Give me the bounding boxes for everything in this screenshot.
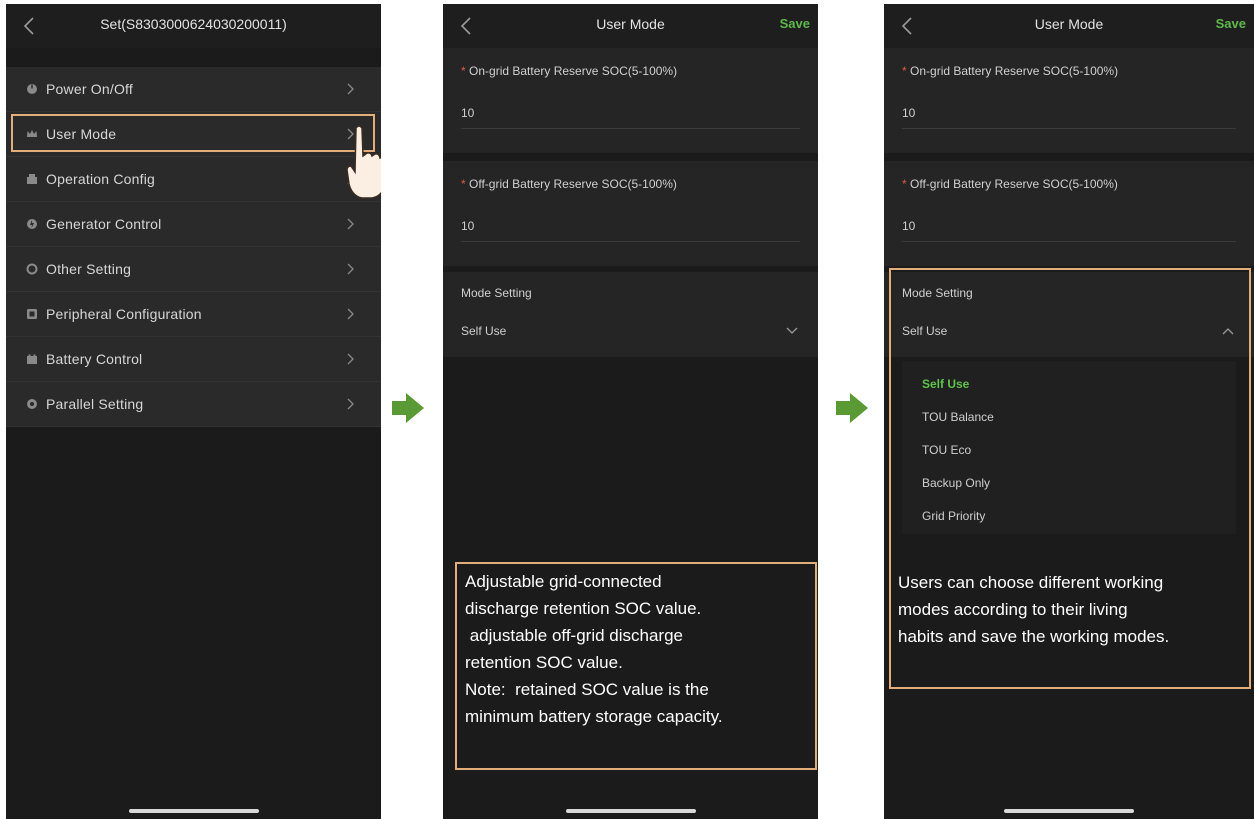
header: Set(S8303000624030200011) xyxy=(6,4,381,48)
parallel-icon xyxy=(27,399,37,409)
note-line: Note: retained SOC value is the xyxy=(465,680,709,699)
menu-item-generator-control[interactable]: Generator Control xyxy=(6,202,381,247)
annotation-note: Users can choose different working modes… xyxy=(898,569,1169,650)
menu-label: Other Setting xyxy=(46,261,132,277)
note-line: retention SOC value. xyxy=(465,653,623,672)
input-underline xyxy=(461,241,800,242)
note-line: discharge retention SOC value. xyxy=(465,599,702,618)
on-grid-soc-input[interactable]: 10 xyxy=(902,106,915,120)
menu-label: Parallel Setting xyxy=(46,396,144,412)
chevron-right-icon xyxy=(347,83,354,95)
menu-label: Operation Config xyxy=(46,171,156,187)
config-icon xyxy=(27,174,37,184)
menu-item-operation-config[interactable]: Operation Config xyxy=(6,157,381,202)
settings-screen: Set(S8303000624030200011) Power On/Off U… xyxy=(6,4,381,819)
power-icon xyxy=(27,84,37,94)
off-grid-soc-input[interactable]: 10 xyxy=(902,219,915,233)
mode-setting-select[interactable]: Self Use xyxy=(461,324,506,338)
off-grid-soc-label: * Off-grid Battery Reserve SOC(5-100%) xyxy=(461,177,677,191)
required-marker: * xyxy=(461,64,466,78)
on-grid-soc-label: * On-grid Battery Reserve SOC(5-100%) xyxy=(902,64,1118,78)
on-grid-soc-section: * On-grid Battery Reserve SOC(5-100%) 10 xyxy=(884,48,1254,153)
page-title: User Mode xyxy=(1034,16,1104,32)
off-grid-soc-label-text: Off-grid Battery Reserve SOC(5-100%) xyxy=(469,177,677,191)
generator-icon xyxy=(27,219,37,229)
peripheral-icon xyxy=(27,309,37,319)
input-underline xyxy=(461,128,800,129)
off-grid-soc-section: * Off-grid Battery Reserve SOC(5-100%) 1… xyxy=(443,161,818,266)
menu-label: Peripheral Configuration xyxy=(46,306,202,322)
user-mode-dropdown-screen: User Mode Save * On-grid Battery Reserve… xyxy=(884,4,1254,819)
required-marker: * xyxy=(902,177,907,191)
note-line: modes according to their living xyxy=(898,600,1128,619)
on-grid-soc-label-text: On-grid Battery Reserve SOC(5-100%) xyxy=(910,64,1119,78)
menu-label: Generator Control xyxy=(46,216,162,232)
home-indicator xyxy=(565,809,696,813)
mode-setting-label: Mode Setting xyxy=(461,286,532,300)
off-grid-soc-label-text: Off-grid Battery Reserve SOC(5-100%) xyxy=(910,177,1118,191)
menu-item-parallel-setting[interactable]: Parallel Setting xyxy=(6,382,381,427)
menu-label: Battery Control xyxy=(46,351,143,367)
mode-setting-section: Mode Setting Self Use xyxy=(443,272,818,357)
header: User Mode Save xyxy=(443,4,818,48)
chevron-right-icon xyxy=(347,218,354,230)
note-line: Adjustable grid-connected xyxy=(465,572,662,591)
user-mode-highlight-box xyxy=(11,114,375,152)
chevron-right-icon xyxy=(347,263,354,275)
chevron-right-icon xyxy=(347,308,354,320)
home-indicator xyxy=(128,809,259,813)
menu-label: Power On/Off xyxy=(46,81,133,97)
note-line: adjustable off-grid discharge xyxy=(465,626,683,645)
page-title: User Mode xyxy=(596,16,665,32)
input-underline xyxy=(902,241,1236,242)
off-grid-soc-label: * Off-grid Battery Reserve SOC(5-100%) xyxy=(902,177,1118,191)
pointing-hand-icon xyxy=(346,125,381,199)
battery-icon xyxy=(27,354,37,364)
header: User Mode Save xyxy=(884,4,1254,48)
menu-item-power-on-off[interactable]: Power On/Off xyxy=(6,67,381,112)
off-grid-soc-input[interactable]: 10 xyxy=(461,219,474,233)
on-grid-soc-input[interactable]: 10 xyxy=(461,106,474,120)
menu-item-other-setting[interactable]: Other Setting xyxy=(6,247,381,292)
chevron-right-icon xyxy=(347,353,354,365)
user-mode-screen: User Mode Save * On-grid Battery Reserve… xyxy=(443,4,818,819)
page-title: Set(S8303000624030200011) xyxy=(100,16,287,32)
arrow-right-icon xyxy=(392,393,424,423)
chevron-right-icon xyxy=(347,398,354,410)
input-underline xyxy=(902,128,1236,129)
note-line: habits and save the working modes. xyxy=(898,627,1170,646)
off-grid-soc-section: * Off-grid Battery Reserve SOC(5-100%) 1… xyxy=(884,161,1254,266)
required-marker: * xyxy=(902,64,907,78)
annotation-note: Adjustable grid-connected discharge rete… xyxy=(455,562,817,770)
on-grid-soc-section: * On-grid Battery Reserve SOC(5-100%) 10 xyxy=(443,48,818,153)
chevron-down-icon[interactable] xyxy=(786,327,798,335)
save-button[interactable]: Save xyxy=(780,16,810,31)
settings-icon xyxy=(26,263,38,275)
home-indicator xyxy=(1004,809,1134,813)
on-grid-soc-label: * On-grid Battery Reserve SOC(5-100%) xyxy=(461,64,677,78)
save-button[interactable]: Save xyxy=(1216,16,1246,31)
menu-item-peripheral-configuration[interactable]: Peripheral Configuration xyxy=(6,292,381,337)
on-grid-soc-label-text: On-grid Battery Reserve SOC(5-100%) xyxy=(469,64,678,78)
menu-item-battery-control[interactable]: Battery Control xyxy=(6,337,381,382)
note-line: Users can choose different working xyxy=(898,573,1164,592)
arrow-right-icon xyxy=(836,393,868,423)
note-line: minimum battery storage capacity. xyxy=(465,707,723,726)
required-marker: * xyxy=(461,177,466,191)
